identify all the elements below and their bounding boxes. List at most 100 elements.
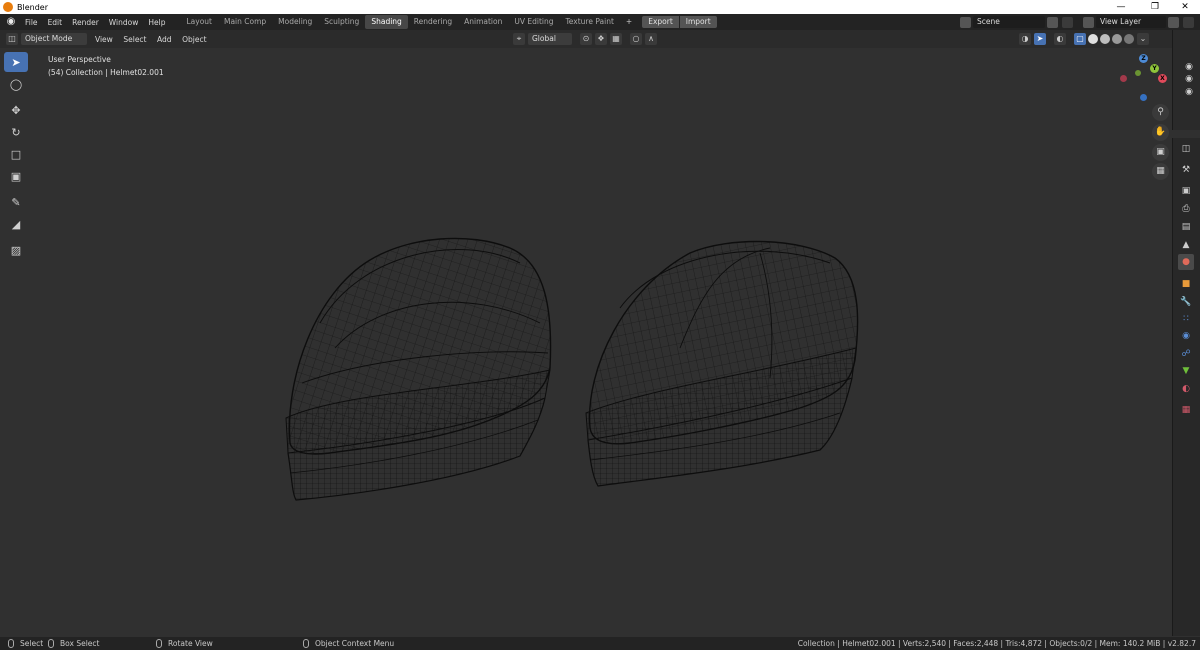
- select-tool-icon[interactable]: ➤: [4, 52, 28, 72]
- menu-object[interactable]: Object: [182, 35, 206, 44]
- camera-icon[interactable]: ▣: [1152, 144, 1169, 161]
- status-context-menu: Object Context Menu: [303, 637, 394, 650]
- menu-render[interactable]: Render: [67, 18, 104, 27]
- tab-uv-editing[interactable]: UV Editing: [508, 15, 559, 29]
- menu-select[interactable]: Select: [123, 35, 146, 44]
- view-layer-browse-icon[interactable]: [1168, 16, 1179, 28]
- menu-edit[interactable]: Edit: [43, 18, 68, 27]
- workspace-tabs: Layout Main Comp Modeling Sculpting Shad…: [180, 15, 638, 29]
- export-button[interactable]: Export: [642, 16, 679, 28]
- data-properties-icon[interactable]: ▼: [1178, 363, 1194, 379]
- view-layer-field[interactable]: View Layer: [1096, 16, 1166, 28]
- physics-properties-icon[interactable]: ◉: [1178, 328, 1194, 344]
- tab-sculpting[interactable]: Sculpting: [318, 15, 365, 29]
- scene-properties-icon[interactable]: ▲: [1178, 237, 1194, 253]
- gizmo-neg-y-axis[interactable]: [1135, 70, 1141, 76]
- measure-tool-icon[interactable]: ◢: [4, 214, 28, 234]
- visibility-icon[interactable]: ◑: [1019, 33, 1031, 45]
- zoom-icon[interactable]: ⚲: [1152, 104, 1169, 121]
- solid-shading-icon[interactable]: [1100, 34, 1110, 44]
- gizmo-z-axis[interactable]: Z: [1139, 54, 1148, 63]
- constraint-properties-icon[interactable]: ☍: [1178, 346, 1194, 362]
- navigation-gizmo[interactable]: Z Y X: [1118, 52, 1170, 104]
- scene-icon[interactable]: [960, 16, 971, 28]
- orientation-icon: ⌖: [513, 33, 525, 45]
- properties-editor-icon[interactable]: ◫: [1178, 141, 1194, 157]
- add-cube-tool-icon[interactable]: ▨: [4, 240, 28, 260]
- import-button[interactable]: Import: [679, 16, 717, 28]
- minimize-icon[interactable]: —: [1106, 0, 1136, 14]
- snap-icon[interactable]: ❖: [595, 33, 607, 45]
- menu-window[interactable]: Window: [104, 18, 144, 27]
- visibility-eye-icon-1[interactable]: ◉: [1184, 63, 1194, 72]
- menu-file[interactable]: File: [20, 18, 43, 27]
- modifier-properties-icon[interactable]: 🔧: [1178, 294, 1194, 310]
- wireframe-shading-icon[interactable]: [1088, 34, 1098, 44]
- editor-type-icon[interactable]: ◫: [6, 33, 18, 45]
- texture-properties-icon[interactable]: ▦: [1178, 402, 1194, 418]
- transform-orientation-dropdown[interactable]: Global: [528, 33, 572, 45]
- tab-modeling[interactable]: Modeling: [272, 15, 318, 29]
- rotate-tool-icon[interactable]: ↻: [4, 122, 28, 142]
- gizmo-toggle-icon[interactable]: ➤: [1034, 33, 1046, 45]
- maximize-icon[interactable]: ❐: [1140, 0, 1170, 14]
- xray-toggle-icon[interactable]: ▢: [1074, 33, 1086, 45]
- add-workspace-button[interactable]: +: [620, 15, 638, 29]
- tool-properties-icon[interactable]: ⚒: [1178, 162, 1194, 178]
- object-mode-dropdown[interactable]: Object Mode: [21, 33, 87, 45]
- render-properties-icon[interactable]: ▣: [1178, 183, 1194, 199]
- tab-main-comp[interactable]: Main Comp: [218, 15, 272, 29]
- cursor-tool-icon[interactable]: ◯: [4, 74, 28, 94]
- gizmo-neg-z-axis[interactable]: [1140, 94, 1147, 101]
- scene-close-icon[interactable]: [1062, 16, 1073, 28]
- helmet-1-wireframe[interactable]: [285, 237, 552, 501]
- rendered-shading-icon[interactable]: [1124, 34, 1134, 44]
- shading-options-icon[interactable]: ⌄: [1137, 33, 1149, 45]
- transform-tool-icon[interactable]: ▣: [4, 166, 28, 186]
- visibility-eye-icon-2[interactable]: ◉: [1184, 75, 1194, 84]
- pan-hand-icon[interactable]: ✋: [1152, 124, 1169, 141]
- view-layer-close-icon[interactable]: [1183, 16, 1194, 28]
- proportional-edit-icon[interactable]: ○: [630, 33, 642, 45]
- scene-field[interactable]: Scene: [973, 16, 1045, 28]
- output-properties-icon[interactable]: ⎙: [1178, 201, 1194, 217]
- tab-texture-paint[interactable]: Texture Paint: [560, 15, 620, 29]
- particle-properties-icon[interactable]: ∷: [1178, 311, 1194, 327]
- close-icon[interactable]: ✕: [1170, 0, 1200, 14]
- tab-rendering[interactable]: Rendering: [408, 15, 458, 29]
- gizmo-y-axis[interactable]: Y: [1150, 64, 1159, 73]
- annotate-tool-icon[interactable]: ✎: [4, 192, 28, 212]
- view-layer-properties-icon[interactable]: ▤: [1178, 219, 1194, 235]
- gizmo-neg-x-axis[interactable]: [1120, 75, 1127, 82]
- viewport-wireframe-canvas[interactable]: [0, 48, 1172, 637]
- tab-animation[interactable]: Animation: [458, 15, 508, 29]
- menu-add[interactable]: Add: [157, 35, 172, 44]
- object-properties-icon[interactable]: ■: [1178, 276, 1194, 292]
- menu-view[interactable]: View: [95, 35, 113, 44]
- transform-controls: ⌖ Global ⊙ ❖ ▦ ○ ∧: [510, 33, 657, 45]
- status-select: Select: [8, 637, 43, 650]
- top-header: ◉ File Edit Render Window Help Layout Ma…: [0, 14, 1200, 30]
- scene-browse-icon[interactable]: [1047, 16, 1058, 28]
- falloff-icon[interactable]: ∧: [645, 33, 657, 45]
- overlays-icon[interactable]: ◐: [1054, 33, 1066, 45]
- material-shading-icon[interactable]: [1112, 34, 1122, 44]
- tab-shading[interactable]: Shading: [365, 15, 408, 29]
- pivot-point-icon[interactable]: ⊙: [580, 33, 592, 45]
- window-title: Blender: [17, 2, 48, 12]
- helmet-2-wireframe[interactable]: [585, 240, 859, 487]
- gizmo-x-axis[interactable]: X: [1158, 74, 1167, 83]
- tool-shelf: ➤ ◯ ✥ ↻ □ ▣ ✎ ◢ ▨: [4, 52, 32, 262]
- tab-layout[interactable]: Layout: [180, 15, 218, 29]
- ortho-grid-icon[interactable]: ▦: [1152, 163, 1169, 180]
- view-perspective-label: User Perspective: [48, 55, 111, 64]
- move-tool-icon[interactable]: ✥: [4, 100, 28, 120]
- snap-target-icon[interactable]: ▦: [610, 33, 622, 45]
- scale-tool-icon[interactable]: □: [4, 144, 28, 164]
- menu-help[interactable]: Help: [143, 18, 170, 27]
- blender-logo-icon[interactable]: ◉: [4, 16, 18, 28]
- view-layer-icon[interactable]: [1083, 16, 1094, 28]
- world-properties-icon[interactable]: ●: [1178, 254, 1194, 270]
- visibility-eye-icon-3[interactable]: ◉: [1184, 88, 1194, 97]
- material-properties-icon[interactable]: ◐: [1178, 381, 1194, 397]
